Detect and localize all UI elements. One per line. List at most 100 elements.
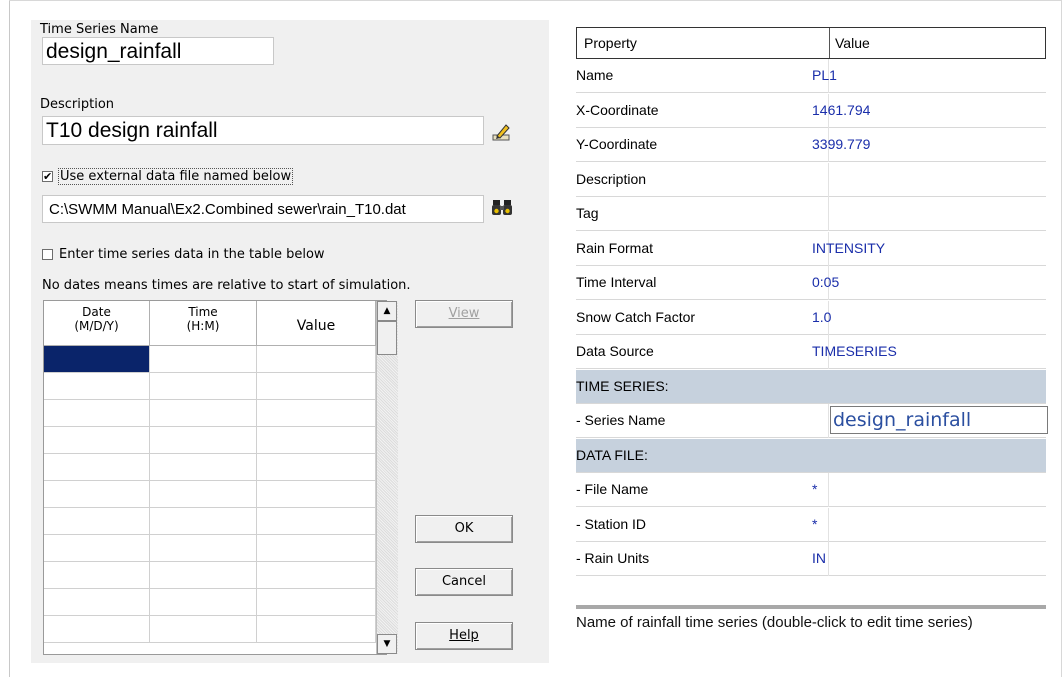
column-header-value: Value [257, 301, 376, 346]
cancel-button[interactable]: Cancel [415, 568, 513, 596]
table-cell[interactable] [150, 535, 257, 562]
column-header-time: Time (H:M) [150, 301, 257, 346]
property-row[interactable]: Data Source TIMESERIES [576, 335, 1046, 369]
table-cell[interactable] [257, 508, 376, 535]
table-cell[interactable] [150, 616, 257, 643]
table-cell[interactable] [257, 481, 376, 508]
property-key: Snow Catch Factor [576, 308, 696, 325]
use-external-file-label: Use external data file named below [58, 168, 294, 185]
table-scrollbar[interactable]: ▲ ▼ [376, 301, 398, 654]
time-series-name-input[interactable]: design_rainfall [42, 37, 274, 65]
enter-table-data-label: Enter time series data in the table belo… [59, 247, 325, 262]
table-cell[interactable] [44, 454, 150, 481]
table-cell[interactable] [150, 562, 257, 589]
property-key: - Rain Units [576, 550, 650, 566]
property-key: Description [576, 170, 647, 187]
scroll-up-arrow-icon[interactable]: ▲ [377, 301, 397, 321]
ok-button[interactable]: OK [415, 515, 513, 543]
header-property: Property [584, 35, 637, 51]
property-key: Data Source [576, 343, 654, 359]
table-cell[interactable] [44, 373, 150, 400]
help-button[interactable]: Help [415, 622, 513, 650]
property-key: DATA FILE: [576, 446, 648, 463]
binoculars-icon [492, 200, 512, 215]
table-cell[interactable] [257, 616, 376, 643]
time-series-name-label: Time Series Name [40, 22, 159, 37]
property-value: 0:05 [812, 274, 840, 290]
table-cell[interactable] [44, 508, 150, 535]
property-row[interactable]: Y-Coordinate 3399.779 [576, 128, 1046, 162]
property-value: PL1 [812, 67, 837, 83]
property-key: Name [576, 67, 614, 83]
table-cell[interactable] [257, 562, 376, 589]
table-cell[interactable] [257, 535, 376, 562]
property-key: - Station ID [576, 515, 647, 532]
property-key: Time Interval [576, 274, 657, 290]
table-cell[interactable] [150, 508, 257, 535]
property-key: X-Coordinate [576, 101, 659, 118]
property-key: Rain Format [576, 239, 654, 256]
property-row[interactable]: Tag [576, 197, 1046, 231]
table-cell[interactable] [44, 589, 150, 616]
property-value: 1.0 [812, 308, 832, 325]
table-cell[interactable] [257, 346, 376, 373]
table-cell-selected[interactable] [44, 346, 150, 373]
property-table-header: Property Value [576, 27, 1046, 59]
table-cell[interactable] [257, 589, 376, 616]
property-row[interactable]: DATA FILE: [576, 438, 1046, 473]
use-external-file-checkbox[interactable]: ✔ [42, 171, 53, 182]
property-value: IN [812, 550, 826, 566]
property-key: Tag [576, 205, 599, 221]
table-cell[interactable] [44, 481, 150, 508]
enter-table-data-checkbox[interactable] [42, 249, 53, 260]
description-input[interactable]: T10 design rainfall [42, 116, 484, 145]
table-cell[interactable] [257, 373, 376, 400]
property-row[interactable]: - Station ID * [576, 507, 1046, 542]
property-value: 3399.779 [812, 136, 871, 152]
description-label: Description [40, 97, 115, 112]
table-cell[interactable] [257, 400, 376, 427]
table-cell[interactable] [257, 427, 376, 454]
property-hint-text: Name of rainfall time series (double-cli… [576, 614, 973, 631]
table-cell[interactable] [44, 562, 150, 589]
table-cell[interactable] [257, 454, 376, 481]
property-row[interactable]: Description [576, 162, 1046, 197]
view-button[interactable]: View [415, 300, 513, 328]
property-key: - File Name [576, 481, 649, 497]
property-key: Y-Coordinate [576, 136, 658, 152]
table-cell[interactable] [150, 400, 257, 427]
column-header-date: Date (M/D/Y) [44, 301, 150, 346]
series-name-edit-input[interactable]: design_rainfall [830, 406, 1048, 434]
data-file-path-input[interactable]: C:\SWMM Manual\Ex2.Combined sewer\rain_T… [42, 195, 484, 223]
property-row[interactable]: Rain Format INTENSITY [576, 231, 1046, 266]
edit-pencil-icon [492, 124, 510, 141]
table-cell[interactable] [150, 481, 257, 508]
property-row[interactable]: Time Interval 0:05 [576, 266, 1046, 300]
table-cell[interactable] [150, 346, 257, 373]
property-row[interactable]: - File Name * [576, 473, 1046, 507]
scroll-down-arrow-icon[interactable]: ▼ [377, 634, 397, 654]
property-value: INTENSITY [812, 239, 886, 256]
table-cell[interactable] [44, 400, 150, 427]
edit-description-button[interactable] [489, 120, 515, 144]
property-value: * [812, 515, 818, 532]
property-row[interactable]: X-Coordinate 1461.794 [576, 93, 1046, 128]
browse-file-button[interactable] [489, 196, 515, 220]
property-row[interactable]: - Rain Units IN [576, 542, 1046, 576]
scroll-thumb[interactable] [377, 321, 397, 355]
table-cell[interactable] [44, 427, 150, 454]
table-cell[interactable] [150, 454, 257, 481]
time-series-table[interactable]: Date (M/D/Y) Time (H:M) Value ▲ ▼ [43, 300, 398, 655]
table-cell[interactable] [150, 589, 257, 616]
table-cell[interactable] [150, 427, 257, 454]
property-row[interactable]: - Series Name design_rainfall [576, 404, 1048, 438]
table-cell[interactable] [150, 373, 257, 400]
relative-times-note: No dates means times are relative to sta… [42, 278, 411, 293]
property-row[interactable]: TIME SERIES: [576, 369, 1046, 404]
property-key: TIME SERIES: [576, 377, 669, 394]
header-value: Value [835, 35, 870, 51]
table-cell[interactable] [44, 535, 150, 562]
property-row[interactable]: Name PL1 [576, 59, 1046, 93]
property-row[interactable]: Snow Catch Factor 1.0 [576, 300, 1046, 335]
table-cell[interactable] [44, 616, 150, 643]
